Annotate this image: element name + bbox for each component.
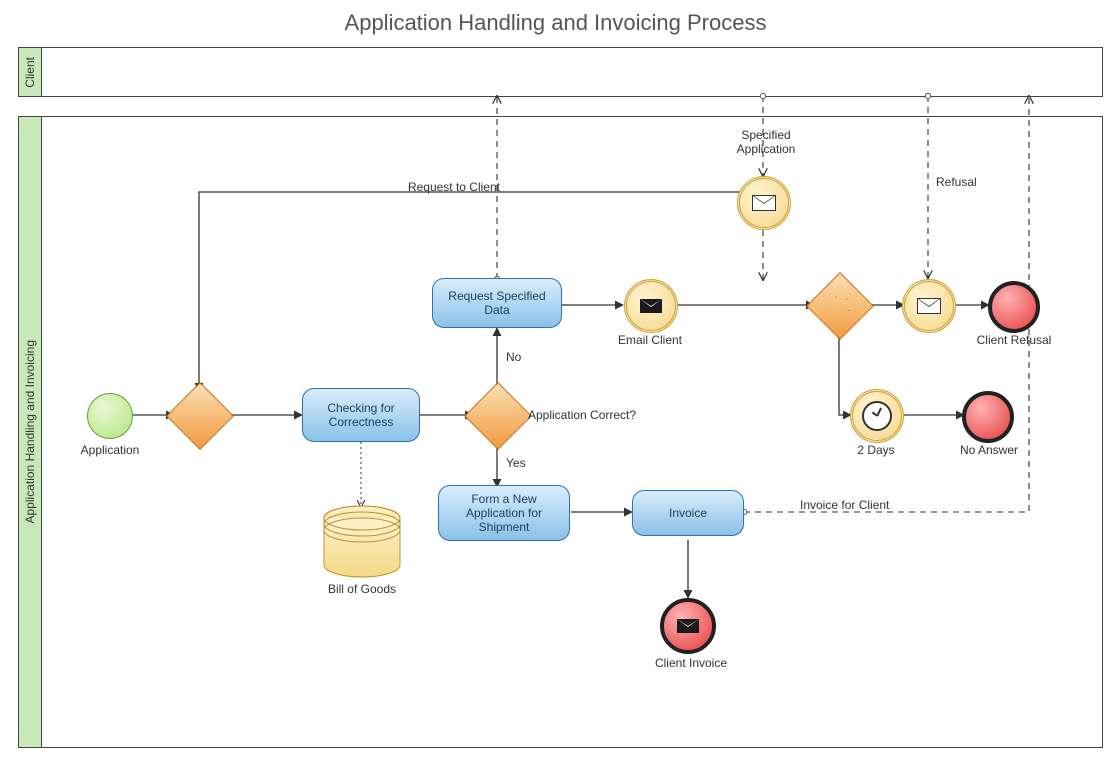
event-timer-2days [850,389,904,443]
pool-label-main: Application Handling and Invoicing [23,340,37,523]
end-event-client-refusal-label: Client Refusal [968,333,1060,347]
pool-client: Client [18,47,1103,97]
task-request-specified-data: Request Specified Data [432,278,562,328]
flow-specified-application-label: Specified Application [716,128,816,156]
task-invoice: Invoice [632,490,744,536]
end-event-no-answer-label: No Answer [944,443,1034,457]
flow-invoice-for-client-label: Invoice for Client [800,498,920,512]
flow-refusal-label: Refusal [936,175,996,189]
task-form-shipment-label: Form a New Application for Shipment [443,492,565,534]
task-checking-label: Checking for Correctness [307,401,415,429]
task-checking: Checking for Correctness [302,388,420,442]
task-request-label: Request Specified Data [437,289,557,317]
gateway-app-correct-label: Application Correct? [528,408,668,422]
branch-no-label: No [506,350,536,364]
event-refusal-catch [902,279,956,333]
pool-label-client: Client [23,57,37,88]
pool-header-main: Application Handling and Invoicing [19,117,42,747]
event-timer-label: 2 Days [848,443,904,457]
end-event-client-invoice [660,598,716,654]
datastore-bill-of-goods [322,505,402,579]
diagram-title: Application Handling and Invoicing Proce… [0,10,1111,36]
end-event-client-invoice-label: Client Invoice [644,656,738,670]
flow-request-to-client-label: Request to Client [360,180,500,194]
end-event-client-refusal [988,281,1040,333]
end-event-no-answer [962,391,1014,443]
datastore-label: Bill of Goods [312,582,412,596]
pool-main: Application Handling and Invoicing [18,116,1103,748]
event-specified-application [737,176,791,230]
event-email-client [624,279,678,333]
event-email-client-label: Email Client [610,333,690,347]
start-event-label: Application [70,443,150,457]
pool-header-client: Client [19,48,42,96]
task-invoice-label: Invoice [669,506,707,520]
start-event-application [87,393,133,439]
task-form-shipment: Form a New Application for Shipment [438,485,570,541]
branch-yes-label: Yes [506,456,536,470]
